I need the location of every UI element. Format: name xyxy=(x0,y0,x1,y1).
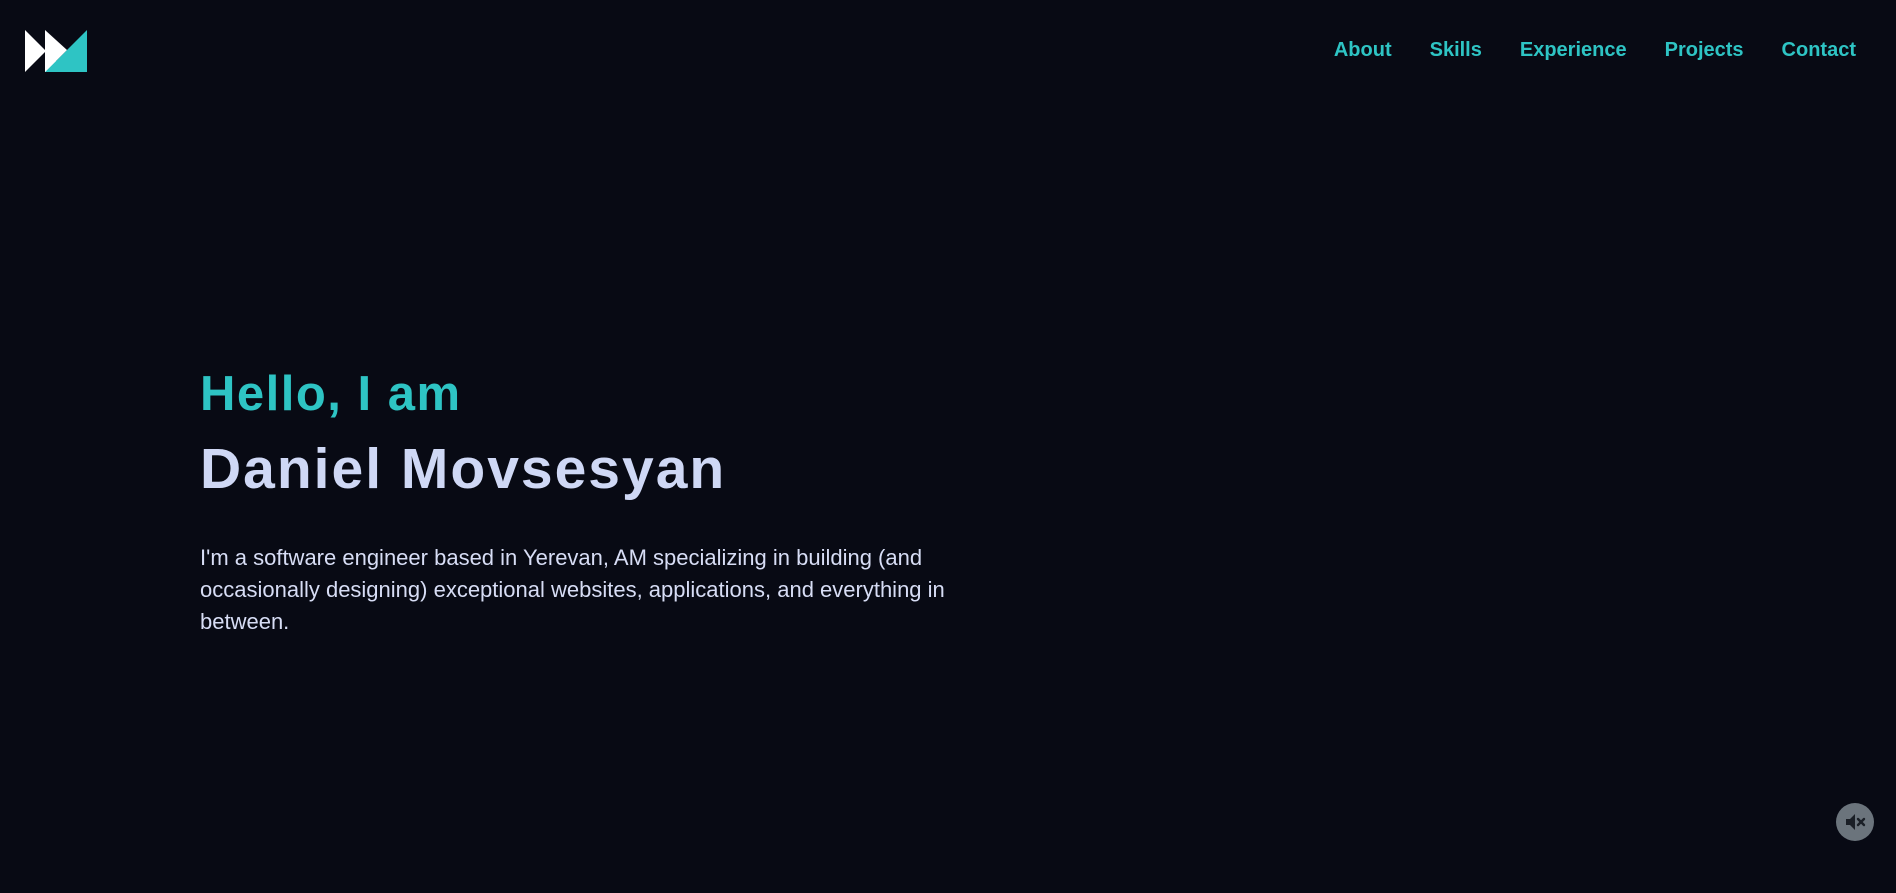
speaker-muted-icon xyxy=(1846,814,1866,830)
audio-toggle-button[interactable] xyxy=(1836,803,1874,841)
nav-about[interactable]: About xyxy=(1334,38,1392,62)
mm-logo-icon[interactable] xyxy=(25,30,87,72)
main-nav: About Skills Experience Projects Contact xyxy=(1334,38,1856,62)
page: About Skills Experience Projects Contact… xyxy=(0,0,1896,893)
nav-contact[interactable]: Contact xyxy=(1782,38,1856,62)
nav-experience[interactable]: Experience xyxy=(1520,38,1627,62)
nav-projects[interactable]: Projects xyxy=(1665,38,1744,62)
hero-greeting: Hello, I am xyxy=(200,367,462,421)
hero-section: Hello, I am Daniel Movsesyan I'm a softw… xyxy=(200,364,980,638)
nav-skills[interactable]: Skills xyxy=(1430,38,1482,62)
hero-name: Daniel Movsesyan xyxy=(200,437,727,501)
hero-bio: I'm a software engineer based in Yerevan… xyxy=(200,545,945,634)
